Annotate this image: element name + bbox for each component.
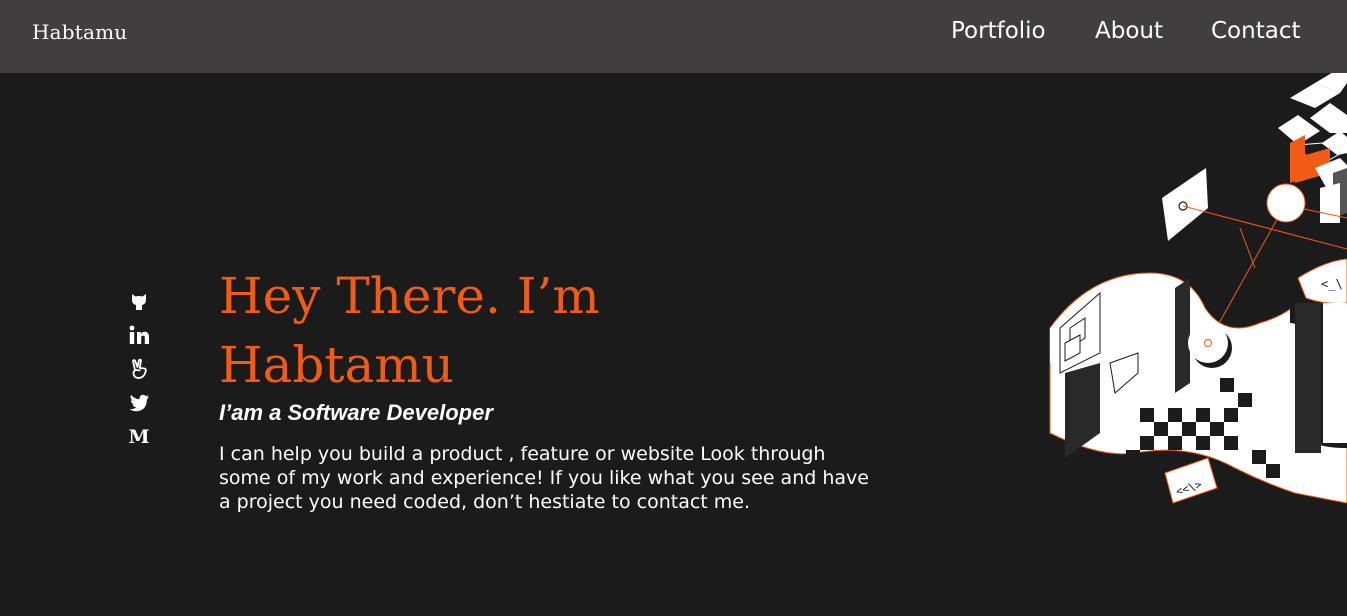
- medium-icon[interactable]: M: [128, 426, 150, 448]
- hero-title-line2: Habtamu: [219, 336, 454, 394]
- navbar: Habtamu Portfolio About Contact: [0, 0, 1347, 73]
- nav-link-portfolio[interactable]: Portfolio: [951, 18, 1046, 44]
- linkedin-icon[interactable]: [128, 324, 150, 346]
- angellist-icon[interactable]: [128, 358, 150, 380]
- hero-title: Hey There. I’m Habtamu: [219, 262, 779, 400]
- hero-illustration: <_\ <<\>: [1049, 73, 1347, 504]
- nav-link-about[interactable]: About: [1095, 18, 1163, 44]
- twitter-icon[interactable]: [128, 392, 150, 414]
- hero-subtitle: I’am a Software Developer: [219, 400, 493, 425]
- social-links: M: [128, 290, 150, 460]
- hero-description: I can help you build a product , feature…: [219, 443, 869, 513]
- code-tag-top: <_\: [1321, 277, 1343, 291]
- floating-tile: [1162, 168, 1208, 241]
- github-icon[interactable]: [128, 290, 150, 312]
- hero-title-line1: Hey There. I’m: [219, 267, 600, 325]
- brand-logo[interactable]: Habtamu: [32, 20, 127, 44]
- nav-link-contact[interactable]: Contact: [1211, 18, 1300, 44]
